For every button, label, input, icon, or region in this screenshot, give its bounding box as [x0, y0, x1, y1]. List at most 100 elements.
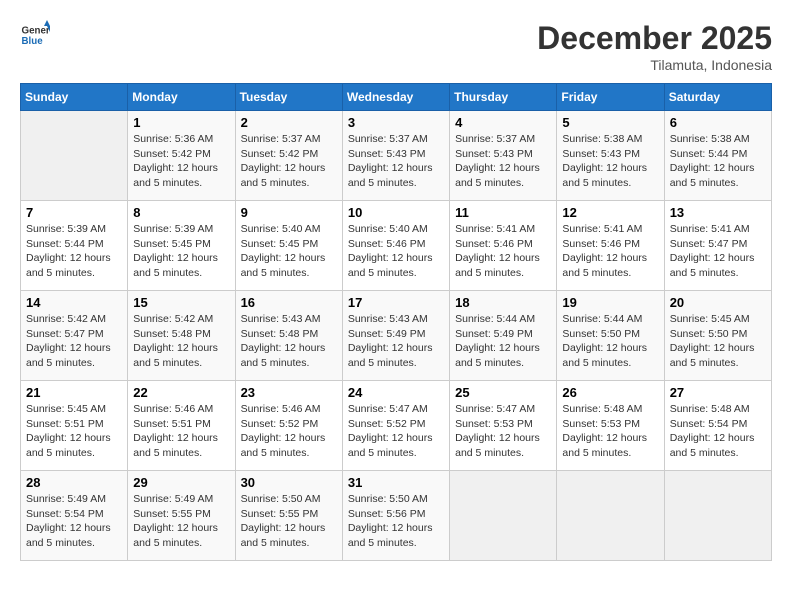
- day-cell: 18 Sunrise: 5:44 AM Sunset: 5:49 PM Dayli…: [450, 291, 557, 381]
- day-cell: 11Sunrise: 5:41 AM Sunset: 5:46 PM Dayli…: [450, 201, 557, 291]
- column-header-friday: Friday: [557, 84, 664, 111]
- day-number: 18: [455, 295, 551, 310]
- day-cell: 5Sunrise: 5:38 AM Sunset: 5:43 PM Daylig…: [557, 111, 664, 201]
- day-info: Sunrise: 5:38 AM Sunset: 5:44 PM Dayligh…: [670, 132, 766, 191]
- day-number: 29: [133, 475, 229, 490]
- day-info: Sunrise: 5:45 AM Sunset: 5:51 PM Dayligh…: [26, 402, 122, 461]
- day-info: Sunrise: 5:42 AM Sunset: 5:48 PM Dayligh…: [133, 312, 229, 371]
- day-info: Sunrise: 5:47 AM Sunset: 5:52 PM Dayligh…: [348, 402, 444, 461]
- title-block: December 2025 Tilamuta, Indonesia: [537, 20, 772, 73]
- week-row-2: 7 Sunrise: 5:39 AM Sunset: 5:44 PM Daylig…: [21, 201, 772, 291]
- column-header-saturday: Saturday: [664, 84, 771, 111]
- day-number: 3: [348, 115, 444, 130]
- column-header-wednesday: Wednesday: [342, 84, 449, 111]
- day-info: Sunrise: 5:46 AM Sunset: 5:51 PM Dayligh…: [133, 402, 229, 461]
- day-number: 17: [348, 295, 444, 310]
- day-cell: 27 Sunrise: 5:48 AM Sunset: 5:54 PM Dayli…: [664, 381, 771, 471]
- page-header: General Blue December 2025 Tilamuta, Ind…: [20, 20, 772, 73]
- calendar-table: SundayMondayTuesdayWednesdayThursdayFrid…: [20, 83, 772, 561]
- day-number: 7: [26, 205, 122, 220]
- day-info: Sunrise: 5:37 AM Sunset: 5:43 PM Dayligh…: [348, 132, 444, 191]
- day-cell: 3 Sunrise: 5:37 AM Sunset: 5:43 PM Daylig…: [342, 111, 449, 201]
- day-number: 10: [348, 205, 444, 220]
- svg-text:General: General: [22, 26, 51, 37]
- day-cell: 16Sunrise: 5:43 AM Sunset: 5:48 PM Dayli…: [235, 291, 342, 381]
- day-info: Sunrise: 5:41 AM Sunset: 5:46 PM Dayligh…: [455, 222, 551, 281]
- day-info: Sunrise: 5:49 AM Sunset: 5:54 PM Dayligh…: [26, 492, 122, 551]
- day-cell: 15 Sunrise: 5:42 AM Sunset: 5:48 PM Dayli…: [128, 291, 235, 381]
- month-title: December 2025: [537, 20, 772, 57]
- day-number: 12: [562, 205, 658, 220]
- week-row-3: 14 Sunrise: 5:42 AM Sunset: 5:47 PM Dayli…: [21, 291, 772, 381]
- day-info: Sunrise: 5:46 AM Sunset: 5:52 PM Dayligh…: [241, 402, 337, 461]
- column-header-thursday: Thursday: [450, 84, 557, 111]
- day-info: Sunrise: 5:45 AM Sunset: 5:50 PM Dayligh…: [670, 312, 766, 371]
- day-info: Sunrise: 5:38 AM Sunset: 5:43 PM Dayligh…: [562, 132, 658, 191]
- day-cell: 21 Sunrise: 5:45 AM Sunset: 5:51 PM Dayli…: [21, 381, 128, 471]
- column-header-monday: Monday: [128, 84, 235, 111]
- day-info: Sunrise: 5:40 AM Sunset: 5:46 PM Dayligh…: [348, 222, 444, 281]
- day-info: Sunrise: 5:37 AM Sunset: 5:42 PM Dayligh…: [241, 132, 337, 191]
- day-number: 25: [455, 385, 551, 400]
- day-cell: 25 Sunrise: 5:47 AM Sunset: 5:53 PM Dayli…: [450, 381, 557, 471]
- day-number: 4: [455, 115, 551, 130]
- day-info: Sunrise: 5:37 AM Sunset: 5:43 PM Dayligh…: [455, 132, 551, 191]
- day-cell: 14 Sunrise: 5:42 AM Sunset: 5:47 PM Dayli…: [21, 291, 128, 381]
- day-number: 27: [670, 385, 766, 400]
- week-row-1: 1 Sunrise: 5:36 AM Sunset: 5:42 PM Daylig…: [21, 111, 772, 201]
- day-cell: [21, 111, 128, 201]
- day-cell: 8 Sunrise: 5:39 AM Sunset: 5:45 PM Daylig…: [128, 201, 235, 291]
- day-info: Sunrise: 5:44 AM Sunset: 5:50 PM Dayligh…: [562, 312, 658, 371]
- day-cell: 4 Sunrise: 5:37 AM Sunset: 5:43 PM Daylig…: [450, 111, 557, 201]
- day-info: Sunrise: 5:50 AM Sunset: 5:56 PM Dayligh…: [348, 492, 444, 551]
- day-number: 6: [670, 115, 766, 130]
- day-info: Sunrise: 5:48 AM Sunset: 5:53 PM Dayligh…: [562, 402, 658, 461]
- column-header-sunday: Sunday: [21, 84, 128, 111]
- day-number: 14: [26, 295, 122, 310]
- day-cell: 2 Sunrise: 5:37 AM Sunset: 5:42 PM Daylig…: [235, 111, 342, 201]
- day-number: 19: [562, 295, 658, 310]
- day-info: Sunrise: 5:39 AM Sunset: 5:45 PM Dayligh…: [133, 222, 229, 281]
- day-cell: 6 Sunrise: 5:38 AM Sunset: 5:44 PM Daylig…: [664, 111, 771, 201]
- day-number: 22: [133, 385, 229, 400]
- day-cell: [664, 471, 771, 561]
- day-info: Sunrise: 5:44 AM Sunset: 5:49 PM Dayligh…: [455, 312, 551, 371]
- day-number: 2: [241, 115, 337, 130]
- calendar-header-row: SundayMondayTuesdayWednesdayThursdayFrid…: [21, 84, 772, 111]
- day-number: 8: [133, 205, 229, 220]
- week-row-4: 21 Sunrise: 5:45 AM Sunset: 5:51 PM Dayli…: [21, 381, 772, 471]
- location-subtitle: Tilamuta, Indonesia: [537, 57, 772, 73]
- day-cell: 28Sunrise: 5:49 AM Sunset: 5:54 PM Dayli…: [21, 471, 128, 561]
- week-row-5: 28Sunrise: 5:49 AM Sunset: 5:54 PM Dayli…: [21, 471, 772, 561]
- day-number: 23: [241, 385, 337, 400]
- day-number: 24: [348, 385, 444, 400]
- day-number: 15: [133, 295, 229, 310]
- day-cell: 12 Sunrise: 5:41 AM Sunset: 5:46 PM Dayli…: [557, 201, 664, 291]
- day-info: Sunrise: 5:36 AM Sunset: 5:42 PM Dayligh…: [133, 132, 229, 191]
- day-number: 21: [26, 385, 122, 400]
- svg-text:Blue: Blue: [22, 36, 44, 47]
- day-number: 13: [670, 205, 766, 220]
- day-info: Sunrise: 5:41 AM Sunset: 5:47 PM Dayligh…: [670, 222, 766, 281]
- day-number: 1: [133, 115, 229, 130]
- day-cell: [450, 471, 557, 561]
- day-info: Sunrise: 5:39 AM Sunset: 5:44 PM Dayligh…: [26, 222, 122, 281]
- day-info: Sunrise: 5:49 AM Sunset: 5:55 PM Dayligh…: [133, 492, 229, 551]
- day-cell: 1 Sunrise: 5:36 AM Sunset: 5:42 PM Daylig…: [128, 111, 235, 201]
- day-info: Sunrise: 5:42 AM Sunset: 5:47 PM Dayligh…: [26, 312, 122, 371]
- day-cell: [557, 471, 664, 561]
- day-cell: 30Sunrise: 5:50 AM Sunset: 5:55 PM Dayli…: [235, 471, 342, 561]
- day-cell: 19 Sunrise: 5:44 AM Sunset: 5:50 PM Dayli…: [557, 291, 664, 381]
- day-cell: 9Sunrise: 5:40 AM Sunset: 5:45 PM Daylig…: [235, 201, 342, 291]
- day-cell: 23 Sunrise: 5:46 AM Sunset: 5:52 PM Dayli…: [235, 381, 342, 471]
- day-number: 9: [241, 205, 337, 220]
- day-number: 20: [670, 295, 766, 310]
- day-info: Sunrise: 5:43 AM Sunset: 5:48 PM Dayligh…: [241, 312, 337, 371]
- day-cell: 26Sunrise: 5:48 AM Sunset: 5:53 PM Dayli…: [557, 381, 664, 471]
- logo-icon: General Blue: [20, 20, 50, 50]
- day-info: Sunrise: 5:48 AM Sunset: 5:54 PM Dayligh…: [670, 402, 766, 461]
- day-info: Sunrise: 5:41 AM Sunset: 5:46 PM Dayligh…: [562, 222, 658, 281]
- day-cell: 31Sunrise: 5:50 AM Sunset: 5:56 PM Dayli…: [342, 471, 449, 561]
- day-cell: 13 Sunrise: 5:41 AM Sunset: 5:47 PM Dayli…: [664, 201, 771, 291]
- day-info: Sunrise: 5:47 AM Sunset: 5:53 PM Dayligh…: [455, 402, 551, 461]
